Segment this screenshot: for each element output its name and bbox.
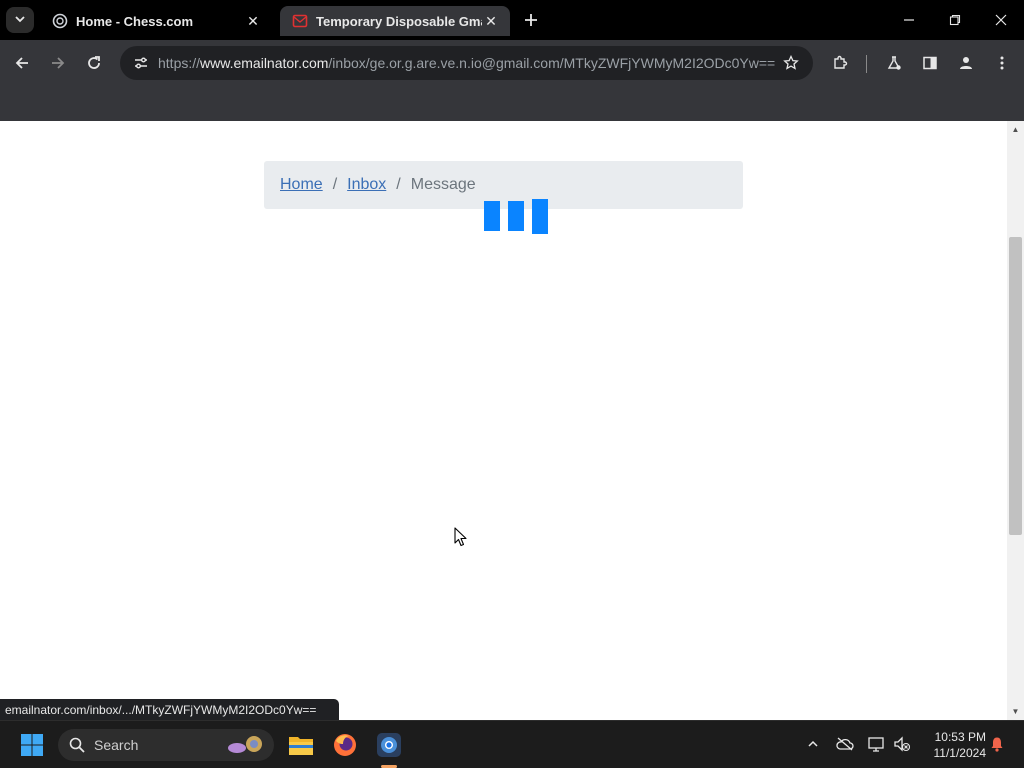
profile-icon[interactable] (952, 49, 980, 77)
close-tab-icon[interactable]: ✕ (244, 12, 262, 30)
chess-favicon-icon (52, 13, 68, 29)
windows-taskbar: Search 10:53 PM 11/1/2024 (0, 720, 1024, 768)
loader-bar (532, 199, 548, 234)
close-tab-icon[interactable]: ✕ (482, 12, 500, 30)
close-window-button[interactable] (986, 6, 1016, 34)
tab-emailnator[interactable]: Temporary Disposable Gmail | ✕ (280, 6, 510, 36)
clock-time: 10:53 PM (934, 730, 986, 744)
scroll-thumb[interactable] (1009, 237, 1022, 535)
chrome-taskbar-icon[interactable] (373, 729, 405, 761)
tab-title: Home - Chess.com (76, 13, 194, 29)
loader-bar (484, 201, 500, 231)
menu-kebab-icon[interactable] (988, 49, 1016, 77)
tab-chess[interactable]: Home - Chess.com ✕ (40, 6, 272, 36)
network-icon[interactable] (866, 733, 888, 755)
page-scrollbar[interactable]: ▲ ▼ (1007, 121, 1024, 720)
clock-date: 11/1/2024 (933, 746, 987, 760)
tab-title: Temporary Disposable Gmail | (316, 13, 482, 29)
breadcrumb-home-link[interactable]: Home (280, 176, 323, 194)
new-tab-button[interactable] (519, 8, 543, 32)
url-host: www.emailnator.com (200, 55, 329, 71)
search-icon (68, 736, 86, 754)
search-label: Search (94, 737, 139, 753)
side-panel-icon[interactable] (916, 49, 944, 77)
labs-flask-icon[interactable] (880, 49, 908, 77)
toolbar-divider (866, 55, 867, 73)
site-info-icon[interactable] (130, 52, 152, 74)
tab-strip: Home - Chess.com ✕ Temporary Disposable … (0, 0, 1024, 40)
breadcrumb-separator: / (396, 176, 401, 193)
breadcrumb-current: Message (410, 176, 476, 193)
url-text[interactable]: https://www.emailnator.com/inbox/ge.or.g… (158, 55, 777, 71)
status-bubble: emailnator.com/inbox/.../MTkyZWFjYWMyM2I… (0, 699, 339, 720)
forward-button[interactable] (44, 49, 72, 77)
bookmark-star-icon[interactable] (777, 49, 805, 77)
breadcrumb-inbox-link[interactable]: Inbox (347, 176, 386, 194)
loader-bar (508, 201, 524, 231)
windows-start-icon[interactable] (16, 729, 48, 761)
firefox-icon[interactable] (329, 729, 361, 761)
chevron-down-icon (14, 13, 26, 28)
scroll-down-arrow-icon[interactable]: ▼ (1007, 703, 1024, 720)
web-page: Home / Inbox / Message (0, 121, 1007, 720)
address-bar[interactable]: https://www.emailnator.com/inbox/ge.or.g… (120, 46, 813, 80)
browser-toolbar: https://www.emailnator.com/inbox/ge.or.g… (0, 40, 1024, 86)
taskbar-clock[interactable]: 10:53 PM 11/1/2024 (916, 729, 987, 761)
scroll-up-arrow-icon[interactable]: ▲ (1007, 121, 1024, 138)
search-highlight-icon (224, 732, 268, 758)
bookmarks-bar (0, 86, 1024, 121)
mouse-cursor-icon (454, 527, 468, 547)
tab-search-button[interactable] (6, 7, 34, 33)
volume-muted-icon[interactable] (891, 733, 913, 755)
taskbar-search-box[interactable]: Search (58, 729, 274, 761)
breadcrumb-separator: / (332, 176, 338, 193)
minimize-button[interactable] (894, 6, 924, 34)
url-path: /inbox/ge.or.g.are.ve.n.io@gmail.com/MTk… (328, 55, 776, 71)
reload-button[interactable] (80, 49, 108, 77)
url-scheme: https:// (158, 55, 201, 71)
notification-bell-icon[interactable] (986, 733, 1008, 755)
back-button[interactable] (8, 49, 36, 77)
file-explorer-icon[interactable] (285, 729, 317, 761)
mail-favicon-icon (292, 13, 308, 29)
chevron-up-icon[interactable] (802, 733, 824, 755)
restore-button[interactable] (940, 6, 970, 34)
onedrive-offline-icon[interactable] (834, 733, 856, 755)
extensions-icon[interactable] (826, 49, 854, 77)
loading-spinner (484, 199, 550, 235)
